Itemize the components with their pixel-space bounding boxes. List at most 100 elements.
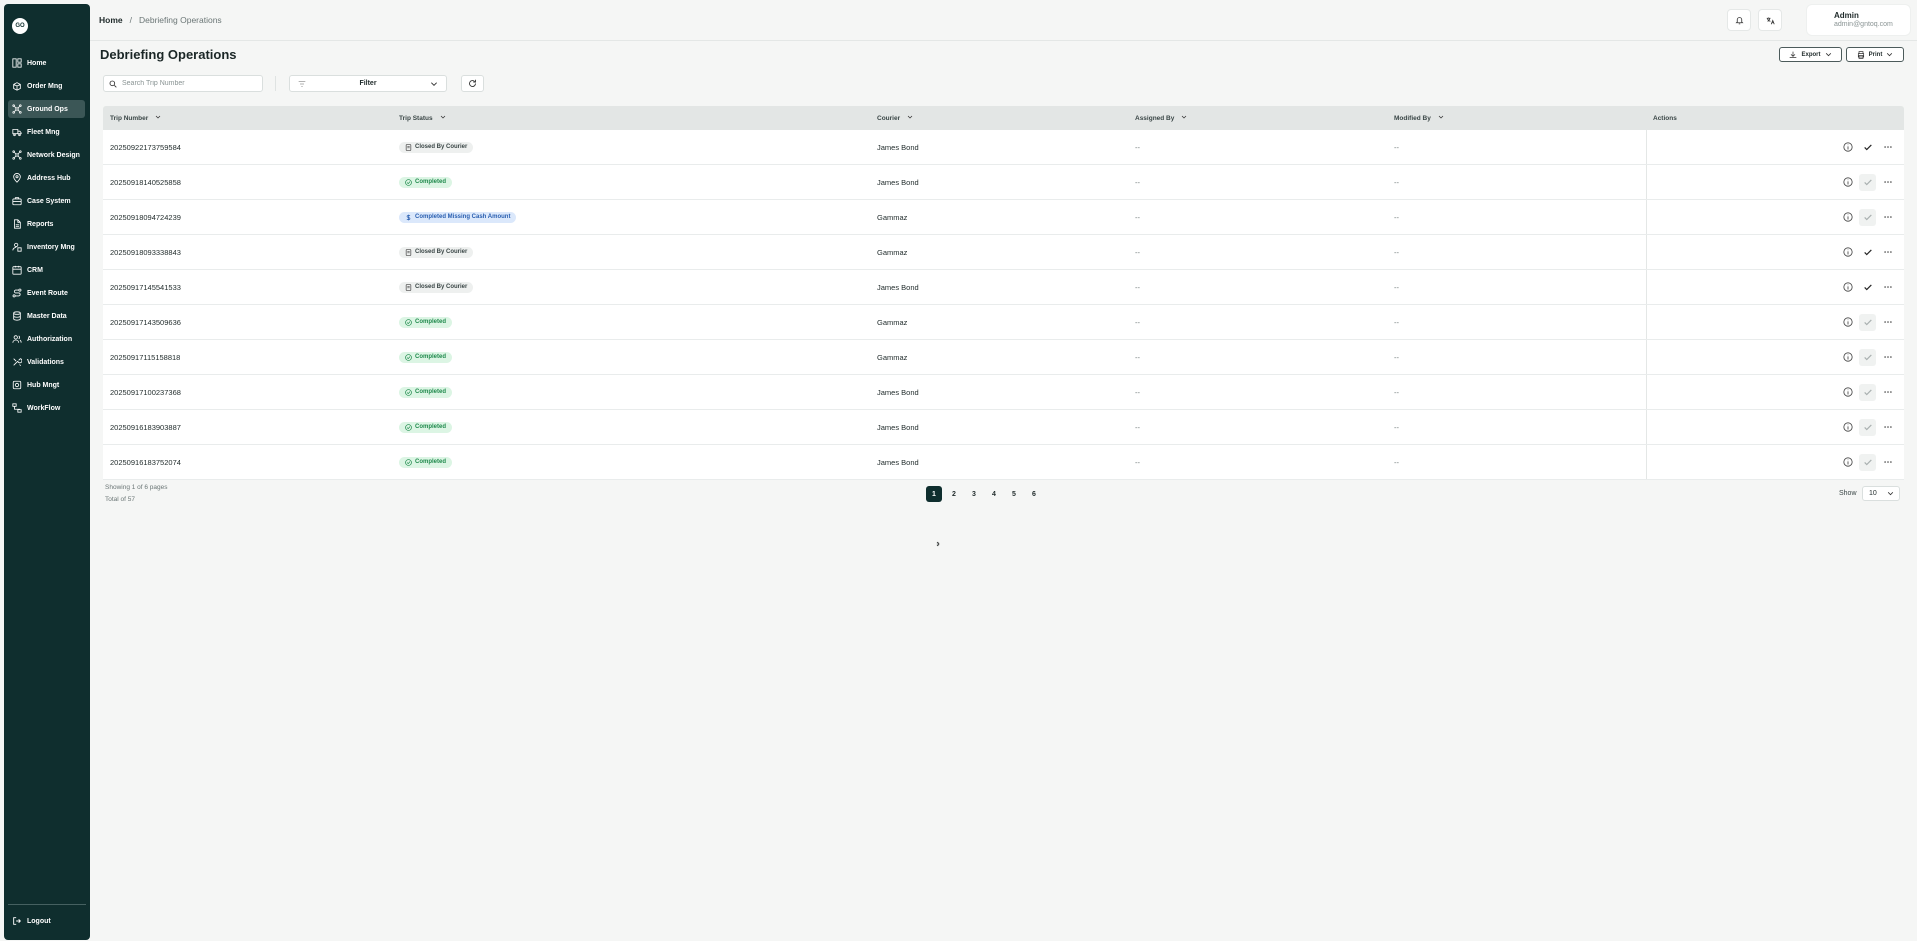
approve-button[interactable] [1859, 208, 1876, 226]
sidebar-item-master-data[interactable]: Master Data [8, 307, 85, 325]
more-options-button[interactable] [1879, 454, 1896, 471]
check-circle-icon [405, 318, 412, 326]
details-button[interactable] [1839, 454, 1856, 471]
sidebar-item-crm[interactable]: CRM [8, 261, 85, 279]
table-body: 20250922173759584 Closed By Courier James … [103, 130, 1904, 480]
approve-button[interactable] [1859, 453, 1876, 471]
more-options-button[interactable] [1879, 419, 1896, 436]
approve-button[interactable] [1859, 418, 1876, 436]
trip-number[interactable]: 20250917115158818 [110, 353, 180, 362]
table-row[interactable]: 20250917143509636 Completed Gammaz -- -- [103, 305, 1904, 340]
more-options-button[interactable] [1879, 174, 1896, 191]
column-header-trip-status[interactable]: Trip Status [399, 114, 446, 122]
breadcrumb-home[interactable]: Home [99, 15, 123, 25]
table-row[interactable]: 20250916183752074 Completed James Bond -- -- [103, 445, 1904, 480]
page-button[interactable]: 2 [946, 486, 962, 502]
export-button[interactable]: Export [1779, 47, 1842, 62]
sidebar-item-event-route[interactable]: Event Route [8, 284, 85, 302]
trip-number[interactable]: 20250916183752074 [110, 458, 181, 467]
details-button[interactable] [1839, 314, 1856, 331]
sidebar-item-case-system[interactable]: Case System [8, 192, 85, 210]
page-button[interactable]: 5 [1006, 486, 1022, 502]
trip-number[interactable]: 20250917143509636 [110, 318, 181, 327]
trip-number[interactable]: 20250918140525858 [110, 178, 181, 187]
trip-number[interactable]: 20250917145541533 [110, 283, 181, 292]
table-row[interactable]: 20250918140525858 Completed James Bond -- -- [103, 165, 1904, 200]
page-size-select[interactable]: 10 [1862, 486, 1900, 501]
table-row[interactable]: 20250917100237368 Completed James Bond -- -- [103, 375, 1904, 410]
trip-number[interactable]: 20250916183903887 [110, 423, 181, 432]
sidebar-item-reports[interactable]: Reports [8, 215, 85, 233]
sidebar-item-workflow[interactable]: WorkFlow [8, 399, 85, 417]
more-options-button[interactable] [1879, 314, 1896, 331]
page-button[interactable]: 6 [1026, 486, 1042, 502]
details-button[interactable] [1839, 349, 1856, 366]
sidebar-item-validations[interactable]: Validations [8, 353, 85, 371]
sidebar-item-authorization[interactable]: Authorization [8, 330, 85, 348]
filter-dropdown[interactable]: Filter [289, 75, 447, 92]
trip-number[interactable]: 20250918093338843 [110, 248, 181, 257]
table-row[interactable]: 20250917115158818 Completed Gammaz -- -- [103, 340, 1904, 375]
sidebar-item-fleet-mng[interactable]: Fleet Mng [8, 123, 85, 141]
print-button[interactable]: Print [1846, 47, 1904, 62]
more-options-button[interactable] [1879, 209, 1896, 226]
column-header-courier[interactable]: Courier [877, 114, 913, 122]
column-header-trip-number[interactable]: Trip Number [110, 114, 161, 122]
trip-status-cell: Completed Missing Cash Amount [399, 211, 517, 223]
trip-number[interactable]: 20250917100237368 [110, 388, 181, 397]
check-icon [1863, 179, 1872, 186]
approve-button[interactable] [1859, 173, 1876, 191]
sidebar-item-ground-ops[interactable]: Ground Ops [8, 100, 85, 118]
approve-button[interactable] [1859, 139, 1876, 156]
details-button[interactable] [1839, 139, 1856, 156]
trip-number[interactable]: 20250922173759584 [110, 143, 181, 152]
details-button[interactable] [1839, 174, 1856, 191]
logout-button[interactable]: Logout [12, 916, 51, 926]
sidebar-item-hub-mngt[interactable]: Hub Mngt [8, 376, 85, 394]
approve-button[interactable] [1859, 313, 1876, 331]
page-button[interactable]: 1 [926, 486, 942, 502]
more-options-button[interactable] [1879, 139, 1896, 156]
details-button[interactable] [1839, 419, 1856, 436]
page-button[interactable]: 3 [966, 486, 982, 502]
sidebar-item-address-hub[interactable]: Address Hub [8, 169, 85, 187]
user-menu[interactable]: Admin admin@gntoq.com [1806, 4, 1911, 36]
assigned-by: -- [1135, 142, 1140, 152]
approve-button[interactable] [1859, 348, 1876, 366]
trip-number[interactable]: 20250918094724239 [110, 213, 181, 222]
details-button[interactable] [1839, 209, 1856, 226]
sidebar-item-order-mng[interactable]: Order Mng [8, 77, 85, 95]
details-button[interactable] [1839, 244, 1856, 261]
approve-button[interactable] [1859, 244, 1876, 261]
table-row[interactable]: 20250918093338843 Closed By Courier Gammaz… [103, 235, 1904, 270]
more-options-button[interactable] [1879, 244, 1896, 261]
details-button[interactable] [1839, 384, 1856, 401]
sidebar-item-network-design[interactable]: Network Design [8, 146, 85, 164]
details-button[interactable] [1839, 279, 1856, 296]
more-options-button[interactable] [1879, 279, 1896, 296]
next-page-button[interactable] [930, 536, 946, 552]
table-row[interactable]: 20250916183903887 Completed James Bond -- -- [103, 410, 1904, 445]
refresh-button[interactable] [461, 75, 484, 92]
more-options-button[interactable] [1879, 349, 1896, 366]
notifications-button[interactable] [1727, 9, 1751, 31]
language-button[interactable] [1758, 9, 1782, 31]
users-icon [12, 334, 22, 344]
column-header-modified-by[interactable]: Modified By [1394, 114, 1444, 122]
search-icon [109, 80, 117, 88]
page-button[interactable]: 4 [986, 486, 1002, 502]
table-row[interactable]: 20250917145541533 Closed By Courier James … [103, 270, 1904, 305]
modified-by: -- [1394, 352, 1399, 362]
table-row[interactable]: 20250918094724239 Completed Missing Cash … [103, 200, 1904, 235]
more-horizontal-icon [1883, 391, 1892, 393]
app-logo[interactable]: GO [12, 18, 28, 34]
approve-button[interactable] [1859, 383, 1876, 401]
column-header-assigned-by[interactable]: Assigned By [1135, 114, 1187, 122]
sidebar-item-home[interactable]: Home [8, 54, 85, 72]
sort-chevron-icon [1438, 114, 1444, 122]
more-options-button[interactable] [1879, 384, 1896, 401]
table-row[interactable]: 20250922173759584 Closed By Courier James … [103, 130, 1904, 165]
sidebar-item-inventory-mng[interactable]: Inventory Mng [8, 238, 85, 256]
approve-button[interactable] [1859, 279, 1876, 296]
search-input[interactable] [122, 80, 252, 87]
